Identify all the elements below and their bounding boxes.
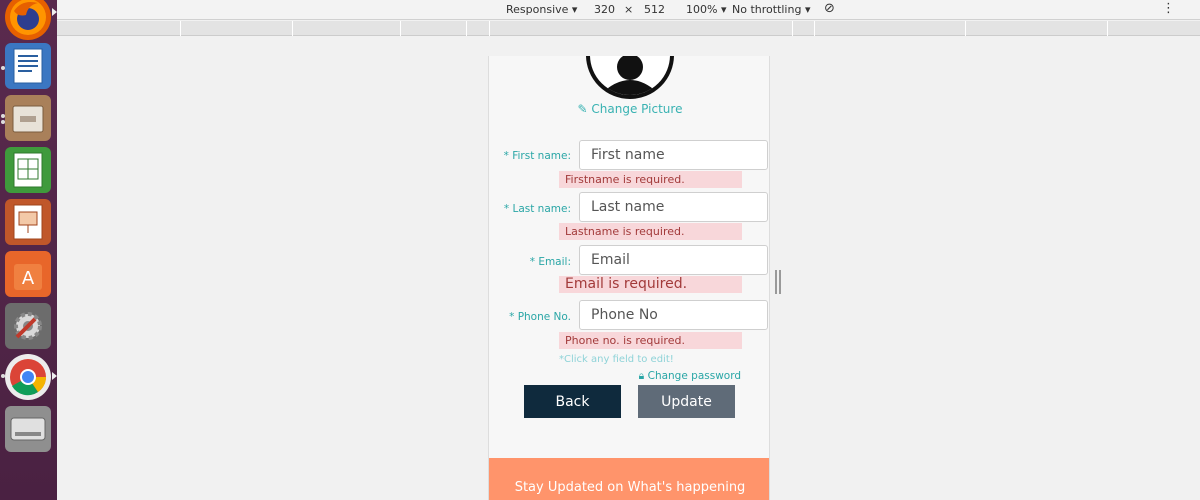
firefox-icon[interactable]: [5, 0, 51, 40]
email-input[interactable]: [579, 245, 768, 275]
change-password-link[interactable]: 🔒︎ Change password: [639, 370, 741, 383]
libreoffice-impress-icon[interactable]: [5, 199, 51, 245]
first-name-label: * First name:: [503, 150, 571, 162]
files-icon[interactable]: [5, 95, 51, 141]
devtools-device-toolbar: Responsive ▾ 320 × 512 100% ▾ No throttl…: [57, 0, 1200, 20]
throttling-select[interactable]: No throttling ▾: [732, 3, 810, 16]
lock-icon: 🔒︎: [638, 370, 645, 382]
mobile-page: ✎ Change Picture * First name: First name…: [488, 56, 770, 500]
svg-text:A: A: [22, 268, 35, 289]
phone-label: * Phone No.: [509, 311, 571, 323]
first-name-error: Firstname is required.: [559, 171, 742, 188]
zoom-select[interactable]: 100% ▾: [686, 3, 726, 16]
first-name-input[interactable]: [579, 140, 768, 170]
width-input[interactable]: 320: [594, 3, 615, 16]
profile-avatar[interactable]: [586, 56, 674, 99]
resize-handle[interactable]: [775, 270, 781, 294]
settings-icon[interactable]: [5, 303, 51, 349]
newsletter-banner: Stay Updated on What's happening: [489, 458, 769, 500]
height-input[interactable]: 512: [644, 3, 665, 16]
libreoffice-writer-icon[interactable]: [5, 43, 51, 89]
disk-drive-icon[interactable]: [5, 406, 51, 452]
device-select[interactable]: Responsive ▾: [506, 3, 577, 16]
ubuntu-launcher: A: [0, 0, 57, 500]
edit-hint: *Click any field to edit!: [559, 354, 674, 365]
media-query-ruler[interactable]: [57, 21, 1200, 36]
newsletter-text: Stay Updated on What's happening: [514, 480, 746, 495]
chrome-icon[interactable]: [5, 354, 51, 400]
email-error: Email is required.: [559, 276, 742, 293]
libreoffice-calc-icon[interactable]: [5, 147, 51, 193]
change-picture-link[interactable]: ✎ Change Picture: [489, 102, 769, 116]
last-name-input[interactable]: [579, 192, 768, 222]
back-button[interactable]: Back: [524, 385, 621, 418]
more-options-icon[interactable]: ⋮: [1162, 1, 1175, 16]
software-center-icon[interactable]: A: [5, 251, 51, 297]
last-name-label: * Last name:: [503, 203, 571, 215]
update-button[interactable]: Update: [638, 385, 735, 418]
dimension-separator: ×: [624, 3, 634, 16]
phone-error: Phone no. is required.: [559, 332, 742, 349]
phone-input[interactable]: [579, 300, 768, 330]
edit-icon: ✎: [577, 102, 588, 116]
email-label: * Email:: [529, 256, 571, 268]
rotate-icon[interactable]: ⊘: [824, 1, 835, 16]
last-name-error: Lastname is required.: [559, 223, 742, 240]
